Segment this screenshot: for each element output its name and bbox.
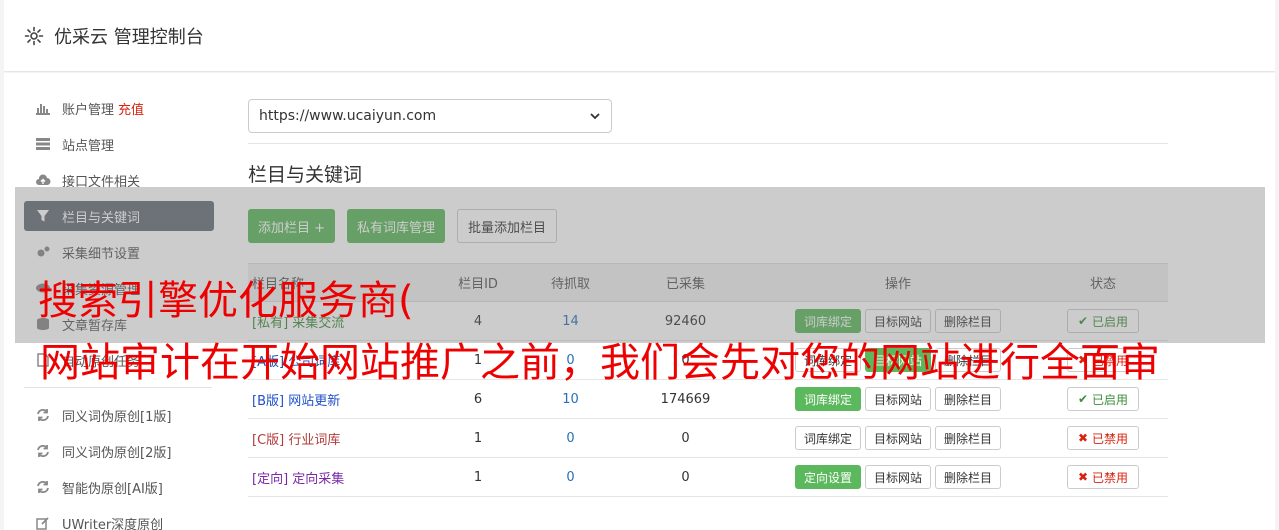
close-icon: ✖ bbox=[1078, 470, 1089, 484]
pending-count[interactable]: 0 bbox=[528, 418, 613, 458]
refresh-icon bbox=[34, 478, 52, 496]
watermark-line-2: 网站审计在开始网站推广之前，我们会先对您的网站进行全面审 bbox=[40, 340, 1160, 386]
status-label: 已禁用 bbox=[1091, 431, 1128, 446]
status-badge[interactable]: ✔ 已启用 bbox=[1067, 387, 1139, 411]
refresh-icon bbox=[34, 442, 52, 460]
status-cell: ✖ 已禁用 bbox=[1038, 418, 1168, 458]
column-tag: [B版] bbox=[252, 393, 285, 409]
edit-icon bbox=[34, 514, 52, 530]
sidebar-item-label: 智能伪原创[AI版] bbox=[62, 481, 163, 497]
delete-column-button[interactable]: 删除栏目 bbox=[935, 426, 1002, 450]
gear-icon bbox=[24, 26, 44, 45]
recharge-link[interactable]: 充值 bbox=[118, 99, 144, 118]
sidebar-item-label: 同义词伪原创[2版] bbox=[62, 445, 172, 461]
watermark-line-1: 搜索引擎优化服务商( bbox=[38, 278, 414, 324]
column-name: 网站更新 bbox=[288, 393, 341, 409]
sidebar-item-synonym-v1[interactable]: 同义词伪原创[1版] bbox=[24, 400, 214, 430]
status-badge[interactable]: ✖ 已禁用 bbox=[1067, 465, 1139, 489]
sidebar-item-account[interactable]: 账户管理 充值 bbox=[24, 93, 214, 123]
column-name: 行业词库 bbox=[288, 432, 341, 448]
close-icon: ✖ bbox=[1078, 431, 1089, 445]
status-cell: ✖ 已禁用 bbox=[1038, 457, 1168, 497]
check-icon: ✔ bbox=[1078, 392, 1089, 406]
table-row: [C版] 行业词库 1 0 0 词库绑定 目标网站 删除栏目 ✖ 已禁用 bbox=[248, 418, 1168, 458]
status-badge[interactable]: ✖ 已禁用 bbox=[1067, 426, 1139, 450]
ops-cell: 词库绑定 目标网站 删除栏目 bbox=[758, 418, 1038, 458]
target-site-button[interactable]: 目标网站 bbox=[864, 387, 931, 411]
section-title: 栏目与关键词 bbox=[248, 164, 363, 186]
column-name-cell[interactable]: [定向] 定向采集 bbox=[248, 457, 428, 497]
column-name: 定向采集 bbox=[292, 471, 345, 487]
direct-settings-button[interactable]: 定向设置 bbox=[794, 465, 861, 489]
target-site-button[interactable]: 目标网站 bbox=[864, 426, 931, 450]
column-id: 1 bbox=[428, 457, 528, 497]
refresh-icon bbox=[34, 406, 52, 424]
column-name-cell[interactable]: [C版] 行业词库 bbox=[248, 418, 428, 458]
bind-library-button[interactable]: 词库绑定 bbox=[794, 426, 861, 450]
pending-count[interactable]: 0 bbox=[528, 457, 613, 497]
sidebar-item-label: 账户管理 bbox=[62, 102, 115, 118]
site-select-value: https://www.ucaiyun.com bbox=[259, 108, 437, 124]
table-row: [定向] 定向采集 1 0 0 定向设置 目标网站 删除栏目 ✖ 已禁用 bbox=[248, 457, 1168, 497]
column-tag: [C版] bbox=[252, 432, 285, 448]
sidebar-item-label: UWriter深度原创 bbox=[62, 517, 164, 530]
site-select[interactable]: https://www.ucaiyun.com bbox=[248, 99, 612, 133]
delete-column-button[interactable]: 删除栏目 bbox=[935, 465, 1002, 489]
sidebar-item-label: 站点管理 bbox=[62, 138, 115, 154]
app-title: 优采云 管理控制台 bbox=[54, 26, 204, 48]
bar-chart-icon bbox=[34, 99, 52, 117]
column-id: 1 bbox=[428, 418, 528, 458]
sidebar-item-ai-original[interactable]: 智能伪原创[AI版] bbox=[24, 472, 214, 502]
sidebar-item-label: 同义词伪原创[1版] bbox=[62, 409, 172, 425]
divider bbox=[248, 143, 1168, 144]
collected-count: 0 bbox=[613, 418, 758, 458]
app-header: 优采云 管理控制台 bbox=[4, 0, 1275, 72]
target-site-button[interactable]: 目标网站 bbox=[864, 465, 931, 489]
delete-column-button[interactable]: 删除栏目 bbox=[935, 387, 1002, 411]
bind-library-button[interactable]: 词库绑定 bbox=[794, 387, 861, 411]
server-icon bbox=[34, 135, 52, 153]
status-label: 已启用 bbox=[1091, 392, 1128, 407]
chevron-down-icon bbox=[590, 113, 600, 120]
sidebar-item-uwriter[interactable]: UWriter深度原创 bbox=[24, 508, 214, 530]
ops-cell: 定向设置 目标网站 删除栏目 bbox=[758, 457, 1038, 497]
collected-count: 0 bbox=[613, 457, 758, 497]
status-label: 已禁用 bbox=[1091, 470, 1128, 485]
sidebar-item-synonym-v2[interactable]: 同义词伪原创[2版] bbox=[24, 436, 214, 466]
sidebar-item-sites[interactable]: 站点管理 bbox=[24, 129, 214, 159]
column-tag: [定向] bbox=[252, 471, 289, 487]
